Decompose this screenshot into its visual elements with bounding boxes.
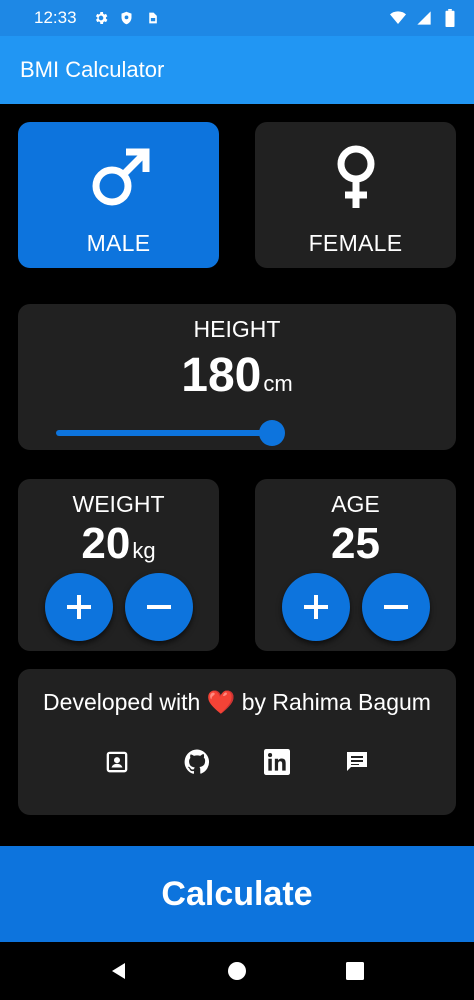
- app-bar: BMI Calculator: [0, 36, 474, 104]
- weight-value: 20: [81, 519, 131, 568]
- male-card[interactable]: MALE: [18, 122, 219, 268]
- github-icon[interactable]: [184, 749, 210, 775]
- wifi-icon: [390, 10, 406, 26]
- credit-card: Developed with ❤️ by Rahima Bagum: [18, 669, 456, 815]
- height-label: HEIGHT: [193, 316, 281, 342]
- plus-icon: [304, 595, 328, 619]
- back-icon[interactable]: [107, 959, 131, 983]
- age-increment-button[interactable]: [282, 573, 350, 641]
- weight-readout: 20 kg: [18, 519, 219, 569]
- female-label: FEMALE: [308, 230, 403, 256]
- message-icon[interactable]: [344, 749, 370, 775]
- age-card: AGE 25: [255, 479, 456, 651]
- app-title: BMI Calculator: [20, 57, 165, 82]
- signal-icon: [416, 10, 432, 26]
- age-decrement-button[interactable]: [362, 573, 430, 641]
- sim-card-icon: [145, 10, 161, 26]
- weight-label: WEIGHT: [72, 491, 165, 517]
- weight-card: WEIGHT 20 kg: [18, 479, 219, 651]
- recents-icon[interactable]: [343, 959, 367, 983]
- status-icons-right: [390, 9, 458, 27]
- female-icon: [321, 142, 391, 212]
- shield-icon: [119, 10, 135, 26]
- calculate-label: Calculate: [161, 874, 313, 913]
- weight-increment-button[interactable]: [45, 573, 113, 641]
- male-label: MALE: [86, 230, 151, 256]
- minus-icon: [384, 605, 408, 609]
- gear-icon: [93, 10, 109, 26]
- plus-icon: [67, 595, 91, 619]
- battery-icon: [442, 9, 458, 27]
- social-links: [18, 749, 456, 775]
- minus-icon: [147, 605, 171, 609]
- contact-card-icon[interactable]: [104, 749, 130, 775]
- linkedin-icon[interactable]: [264, 749, 290, 775]
- height-value: 180: [181, 349, 262, 402]
- status-time: 12:33: [34, 8, 77, 27]
- heart-icon: ❤️: [206, 689, 236, 715]
- credit-prefix: Developed with: [43, 689, 201, 715]
- system-nav-bar: [0, 942, 474, 1000]
- height-slider-track[interactable]: [56, 430, 272, 436]
- weight-decrement-button[interactable]: [125, 573, 193, 641]
- female-card[interactable]: FEMALE: [255, 122, 456, 268]
- height-slider-thumb[interactable]: [258, 420, 285, 446]
- weight-unit: kg: [132, 538, 156, 563]
- male-icon: [84, 142, 154, 212]
- status-bar: 12:33: [0, 0, 474, 36]
- height-card: HEIGHT 180 cm: [18, 304, 456, 450]
- age-label: AGE: [331, 491, 380, 517]
- credit-suffix: by Rahima Bagum: [241, 689, 431, 715]
- home-icon[interactable]: [225, 959, 249, 983]
- age-value: 25: [331, 519, 380, 568]
- calculate-button[interactable]: Calculate: [0, 846, 474, 942]
- credit-text: Developed with ❤️ by Rahima Bagum: [18, 689, 456, 716]
- status-icons-left: [93, 10, 161, 26]
- age-readout: 25: [255, 519, 456, 569]
- height-unit: cm: [263, 371, 293, 396]
- height-readout: 180 cm: [18, 348, 456, 403]
